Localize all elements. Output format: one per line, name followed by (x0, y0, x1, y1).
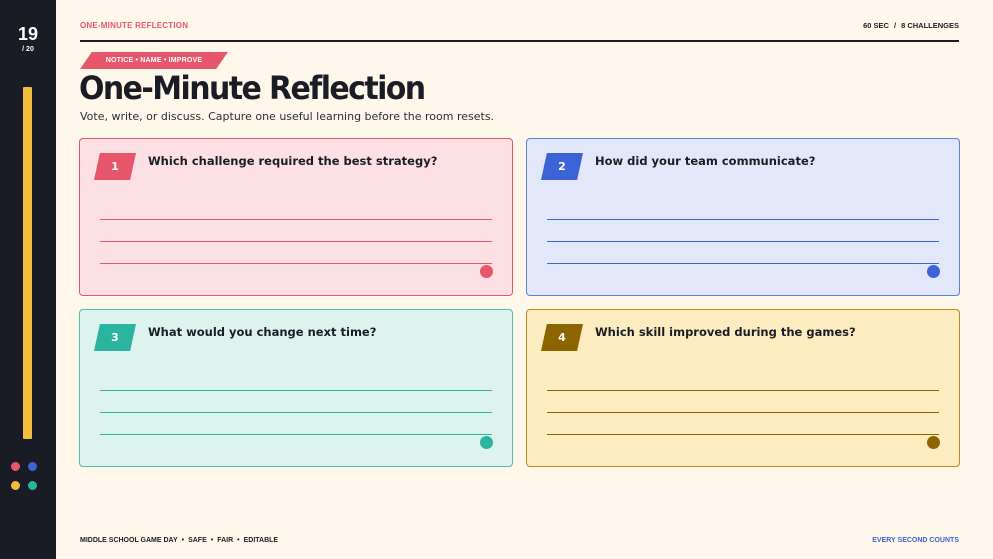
page-subtitle: Vote, write, or discuss. Capture one use… (80, 110, 495, 123)
card-question: How did your team communicate? (595, 154, 816, 168)
answer-line[interactable] (547, 241, 939, 242)
answer-line[interactable] (100, 219, 492, 220)
footer-tag: SAFE (188, 537, 207, 544)
answer-line[interactable] (547, 390, 939, 391)
color-dot-yellow (11, 481, 20, 490)
card-question: Which skill improved during the games? (595, 325, 856, 339)
sidebar: 19 / 20 (0, 0, 56, 559)
header-meta: 60 SEC / 8 CHALLENGES (863, 21, 959, 30)
footer-tag: MIDDLE SCHOOL GAME DAY (80, 537, 178, 544)
answer-line[interactable] (547, 434, 939, 435)
eyebrow-tag: NOTICE • NAME • IMPROVE (80, 52, 228, 69)
answer-line[interactable] (100, 263, 492, 264)
footer-tag: EDITABLE (243, 537, 279, 544)
footer-tagline: EVERY SECOND COUNTS (872, 537, 959, 544)
color-dot-blue (28, 462, 37, 471)
card-number-badge: 2 (541, 153, 583, 180)
slide-total: / 20 (22, 46, 34, 53)
page-title: One-Minute Reflection (79, 70, 426, 108)
card-status-dot (480, 436, 493, 449)
answer-line[interactable] (547, 412, 939, 413)
meta-separator: / (893, 21, 897, 30)
meta-time: 60 SEC (863, 21, 889, 30)
section-label: ONE-MINUTE REFLECTION (80, 21, 189, 30)
footer-bullet: • (237, 537, 240, 544)
card-status-dot (480, 265, 493, 278)
reflection-card-2[interactable]: 2 How did your team communicate? (526, 138, 960, 296)
answer-line[interactable] (100, 434, 492, 435)
progress-bar (23, 87, 32, 439)
header-divider (80, 40, 959, 42)
footer-bullet: • (210, 537, 214, 544)
slide-number: 19 (17, 24, 39, 44)
card-question: Which challenge required the best strate… (148, 154, 438, 168)
card-question: What would you change next time? (148, 325, 377, 339)
card-status-dot (927, 265, 940, 278)
reflection-card-4[interactable]: 4 Which skill improved during the games? (526, 309, 960, 467)
footer-bullet: • (181, 537, 185, 544)
answer-line[interactable] (547, 263, 939, 264)
color-dot-teal (28, 481, 37, 490)
footer-tag: FAIR (217, 537, 234, 544)
answer-line[interactable] (100, 241, 492, 242)
reflection-card-1[interactable]: 1 Which challenge required the best stra… (79, 138, 513, 296)
color-dot-red (11, 462, 20, 471)
card-number-badge: 1 (94, 153, 136, 180)
answer-line[interactable] (100, 412, 492, 413)
card-status-dot (927, 436, 940, 449)
footer-tags: MIDDLE SCHOOL GAME DAY • SAFE • FAIR • EDITABL… (80, 537, 278, 544)
answer-line[interactable] (547, 219, 939, 220)
card-number-badge: 4 (541, 324, 583, 351)
card-number-badge: 3 (94, 324, 136, 351)
answer-line[interactable] (100, 390, 492, 391)
meta-count: 8 CHALLENGES (901, 21, 959, 30)
reflection-card-3[interactable]: 3 What would you change next time? (79, 309, 513, 467)
